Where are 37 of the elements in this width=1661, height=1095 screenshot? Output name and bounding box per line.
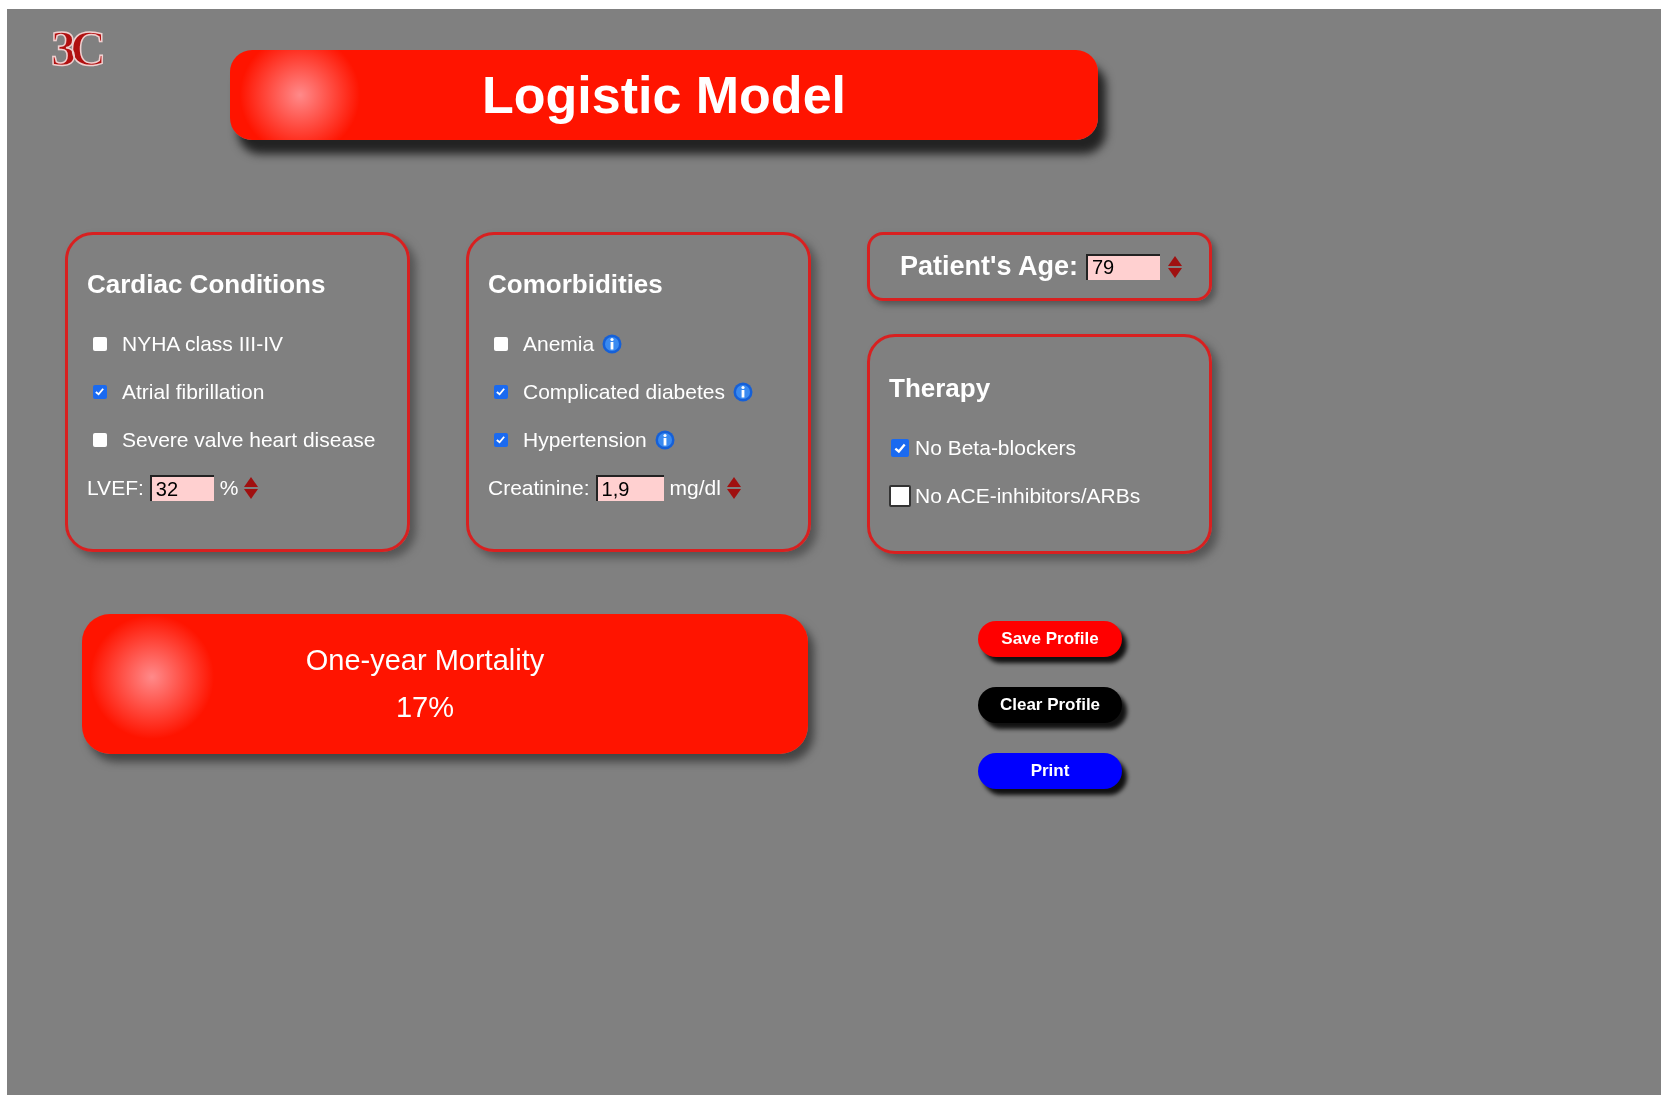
- number-field[interactable]: 1,9: [595, 475, 664, 501]
- print-button[interactable]: Print: [978, 753, 1122, 789]
- field-label: LVEF:: [87, 476, 144, 500]
- checkbox-label: Hypertension: [523, 428, 647, 452]
- info-icon[interactable]: [602, 334, 623, 354]
- checkbox[interactable]: [93, 337, 107, 351]
- checkbox-label: No ACE-inhibitors/ARBs: [915, 484, 1141, 508]
- checkbox-label: Severe valve heart disease: [122, 428, 376, 452]
- checkbox-label: Anemia: [523, 332, 595, 356]
- checkbox[interactable]: [891, 439, 909, 457]
- checkbox-label: Complicated diabetes: [523, 380, 725, 404]
- result-label: One-year Mortality: [305, 644, 545, 677]
- info-icon[interactable]: [732, 382, 753, 402]
- checkbox[interactable]: [93, 385, 107, 399]
- checkbox-label: Atrial fibrillation: [122, 380, 265, 404]
- unit-label: %: [219, 476, 239, 500]
- clear-button[interactable]: Clear Profile: [978, 687, 1122, 723]
- checkbox[interactable]: [494, 337, 508, 351]
- age-label: Patient's Age:: [900, 251, 1078, 282]
- save-button[interactable]: Save Profile: [978, 621, 1122, 657]
- checkbox[interactable]: [889, 485, 911, 507]
- number-field[interactable]: 32: [149, 475, 214, 501]
- logo: 3C: [51, 23, 101, 73]
- info-icon[interactable]: [654, 430, 675, 450]
- checkbox[interactable]: [494, 385, 508, 399]
- age-field[interactable]: 79: [1085, 253, 1160, 280]
- checkbox[interactable]: [494, 433, 508, 447]
- checkbox[interactable]: [93, 433, 107, 447]
- unit-label: mg/dl: [669, 476, 721, 500]
- panel-title: Therapy: [889, 373, 992, 404]
- checkbox-label: NYHA class III-IV: [122, 332, 284, 356]
- checkbox-label: No Beta-blockers: [915, 436, 1077, 460]
- result-value: 17%: [395, 691, 454, 724]
- panel-title: Cardiac Conditions: [87, 269, 327, 300]
- field-label: Creatinine:: [488, 476, 590, 500]
- panel-title: Comorbidities: [488, 269, 664, 300]
- page-title-banner: Logistic Model: [230, 50, 1098, 140]
